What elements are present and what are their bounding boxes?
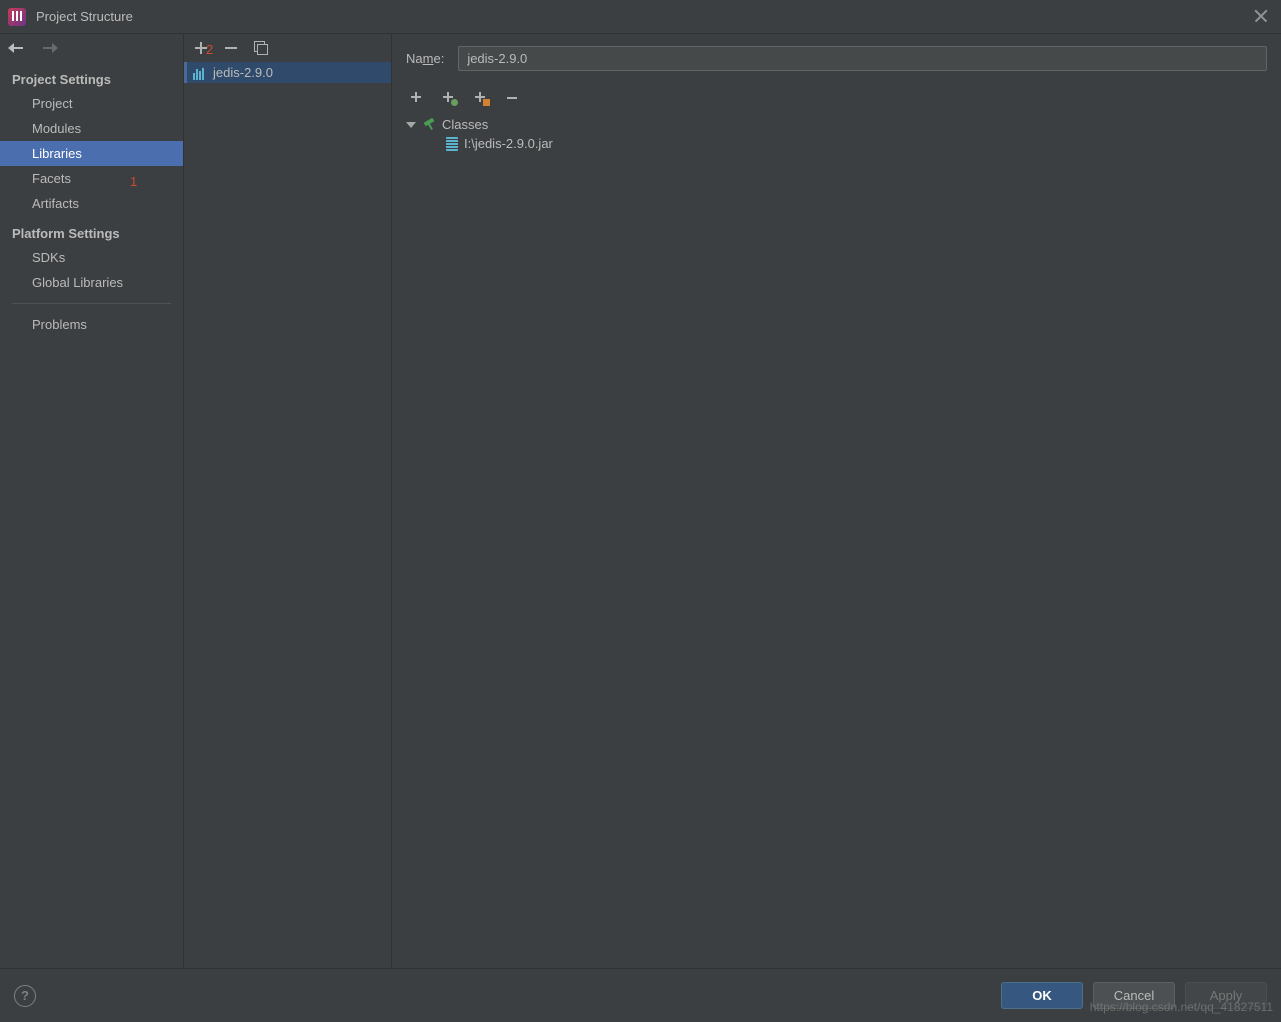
sidebar-item-global-libraries[interactable]: Global Libraries [0,270,183,295]
name-label: Name: [406,51,444,66]
name-input[interactable] [458,46,1267,71]
jar-icon [446,137,458,151]
detail-toolbar [406,87,1267,113]
help-icon[interactable]: ? [14,985,36,1007]
name-row: Name: [406,46,1267,71]
sidebar-item-modules[interactable]: Modules [0,116,183,141]
remove-root-icon[interactable] [506,91,520,105]
add-annotation-icon[interactable] [474,91,488,105]
detail-panel: Name: Classes I:\jedis-2.9.0.jar [392,34,1281,968]
sidebar-item-sdks[interactable]: SDKs [0,245,183,270]
window-title: Project Structure [36,9,133,24]
section-project-settings: Project Settings [0,62,183,91]
add-library-icon[interactable] [194,41,208,55]
sidebar-item-project[interactable]: Project [0,91,183,116]
section-platform-settings: Platform Settings [0,216,183,245]
library-item-jedis[interactable]: jedis-2.9.0 [184,62,391,83]
sidebar-item-artifacts[interactable]: Artifacts [0,191,183,216]
annotation-1: 1 [130,174,137,189]
library-list: jedis-2.9.0 [184,62,391,968]
watermark: https://blog.csdn.net/qq_41827511 [1090,1000,1273,1014]
jar-label: I:\jedis-2.9.0.jar [464,136,553,151]
main-content: Project Settings Project Modules Librari… [0,33,1281,968]
sidebar-divider [12,303,171,304]
remove-library-icon[interactable] [224,41,238,55]
close-icon[interactable] [1253,8,1269,24]
library-item-label: jedis-2.9.0 [213,65,273,80]
library-icon [193,66,207,80]
sidebar-item-problems[interactable]: Problems [0,312,183,337]
back-icon[interactable] [8,41,26,55]
libraries-toolbar [184,34,391,62]
classes-label: Classes [442,117,488,132]
sidebar-item-facets[interactable]: Facets [0,166,183,191]
sidebar: Project Settings Project Modules Librari… [0,34,184,968]
classes-icon [422,118,436,132]
tree-node-classes[interactable]: Classes [406,115,1267,134]
tree-node-jar[interactable]: I:\jedis-2.9.0.jar [406,134,1267,153]
app-icon [8,8,26,26]
sidebar-item-libraries[interactable]: Libraries [0,141,183,166]
library-tree: Classes I:\jedis-2.9.0.jar [406,113,1267,155]
forward-icon [40,41,58,55]
title-bar: Project Structure [0,0,1281,33]
copy-library-icon[interactable] [254,41,268,55]
expand-icon[interactable] [406,122,416,128]
libraries-panel: jedis-2.9.0 [184,34,392,968]
ok-button[interactable]: OK [1001,982,1083,1009]
nav-buttons [0,34,183,62]
add-root-icon[interactable] [410,91,424,105]
add-doc-icon[interactable] [442,91,456,105]
